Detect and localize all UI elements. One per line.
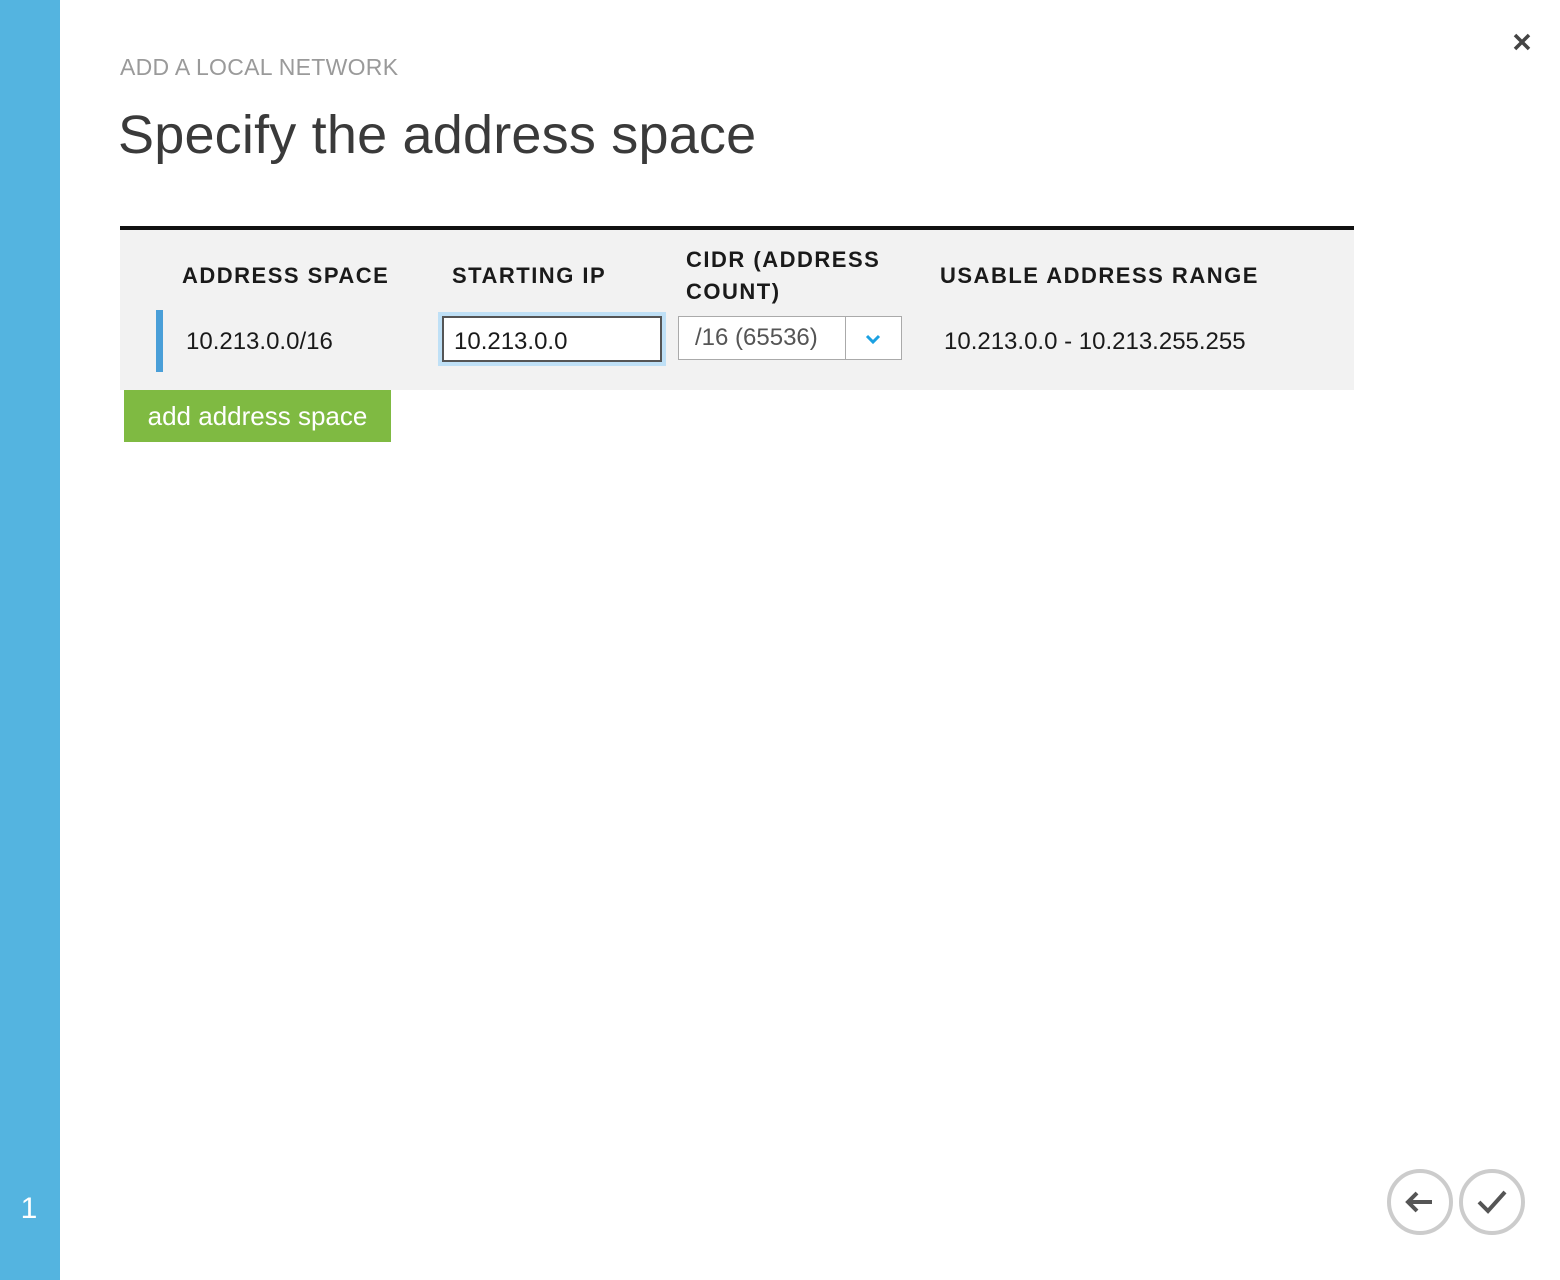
column-header-usable-range: USABLE ADDRESS RANGE [940, 263, 1259, 288]
address-space-grid: ADDRESS SPACE STARTING IP CIDR (ADDRESS … [120, 226, 1354, 390]
close-icon [1513, 33, 1531, 51]
row-selection-marker [156, 310, 163, 372]
checkmark-icon [1459, 1169, 1525, 1235]
usable-range-value: 10.213.0.0 - 10.213.255.255 [944, 328, 1246, 355]
complete-button[interactable] [1458, 1168, 1526, 1236]
dialog-page: 1 ADD A LOCAL NETWORK Specify the addres… [0, 0, 1560, 1280]
cidr-selected-value: /16 (65536) [695, 324, 818, 351]
address-space-value: 10.213.0.0/16 [186, 328, 333, 355]
column-header-address-space: ADDRESS SPACE [182, 263, 390, 288]
column-header-cidr-line1: CIDR (ADDRESS [686, 247, 881, 272]
dialog-subtitle: ADD A LOCAL NETWORK [120, 54, 399, 80]
starting-ip-input[interactable] [438, 312, 666, 366]
close-button[interactable] [1507, 28, 1537, 56]
cidr-dropdown-toggle[interactable] [846, 317, 901, 359]
add-address-space-button[interactable]: add address space [124, 390, 391, 442]
column-header-starting-ip: STARTING IP [452, 263, 607, 288]
back-button[interactable] [1386, 1168, 1454, 1236]
column-header-cidr-line2: COUNT) [686, 279, 781, 304]
chevron-down-icon [865, 334, 881, 345]
cidr-select[interactable]: /16 (65536) [678, 316, 902, 360]
arrow-left-icon [1387, 1169, 1453, 1235]
step-sidebar: 1 [0, 0, 60, 1280]
page-title: Specify the address space [118, 105, 757, 165]
column-header-cidr: CIDR (ADDRESS COUNT) [686, 244, 880, 308]
step-number: 1 [20, 1192, 38, 1225]
